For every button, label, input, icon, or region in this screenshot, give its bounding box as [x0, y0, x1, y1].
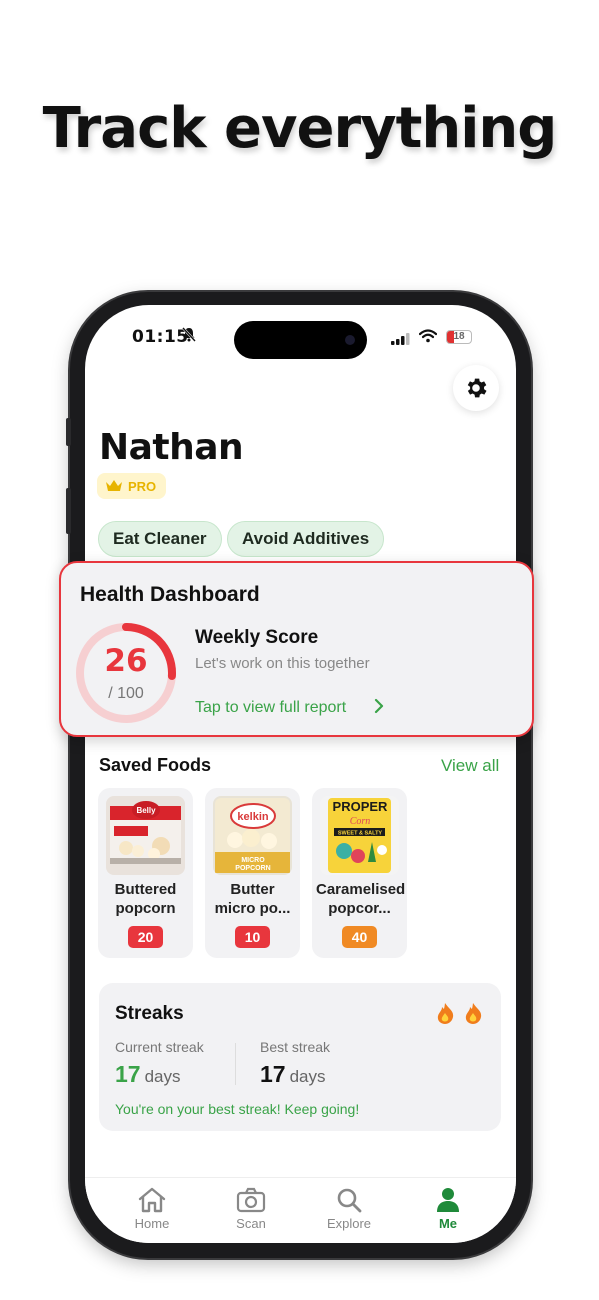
- best-streak-unit: days: [289, 1067, 326, 1086]
- weekly-score-title: Weekly Score: [195, 627, 319, 648]
- current-streak-value: 17 days: [115, 1061, 181, 1088]
- food-score-badge: 20: [128, 926, 163, 948]
- mute-switch: [66, 418, 71, 446]
- current-streak-number: 17: [115, 1061, 141, 1087]
- food-image-proper-corn: PROPER Corn SWEET & SALTY: [320, 796, 399, 875]
- weekly-score-value: 26: [104, 643, 148, 679]
- weekly-score-max: / 100: [108, 685, 144, 702]
- pro-badge-label: PRO: [128, 478, 157, 494]
- tab-label: Home: [134, 1216, 170, 1231]
- goal-chip-eat-cleaner[interactable]: Eat Cleaner: [98, 521, 222, 557]
- battery-icon: 18: [446, 330, 472, 344]
- health-dashboard-card[interactable]: Health Dashboard 26 / 100 Weekly Score L…: [59, 561, 534, 737]
- svg-text:POPCORN: POPCORN: [235, 865, 270, 872]
- search-icon: [337, 1188, 362, 1213]
- goal-chip-avoid-additives[interactable]: Avoid Additives: [227, 521, 385, 557]
- chevron-right-icon: [374, 698, 384, 714]
- camera-icon: [236, 1187, 266, 1213]
- status-time: 01:15: [132, 327, 189, 347]
- svg-text:kelkin: kelkin: [237, 811, 268, 823]
- front-camera: [345, 335, 355, 345]
- person-icon: [437, 1188, 459, 1212]
- tab-label: Me: [438, 1216, 458, 1231]
- saved-food-card[interactable]: kelkin MICRO POPCORN Butter micro po... …: [205, 788, 300, 958]
- food-name: Buttered popcorn: [114, 881, 177, 917]
- streak-message: You're on your best streak! Keep going!: [115, 1101, 360, 1117]
- best-streak-number: 17: [260, 1061, 286, 1087]
- gear-icon: [467, 378, 487, 398]
- streaks-card: Streaks Current streak 17 days Best strea…: [99, 983, 501, 1131]
- food-score-badge: 10: [235, 926, 270, 948]
- health-dashboard-title: Health Dashboard: [80, 583, 260, 606]
- streak-divider: [235, 1043, 236, 1085]
- weekly-score-subtitle: Let's work on this together: [195, 655, 370, 672]
- home-icon: [138, 1187, 166, 1213]
- saved-foods-title: Saved Foods: [99, 755, 212, 775]
- food-name: Caramelised popcor...: [316, 881, 406, 917]
- wifi-icon: [418, 329, 438, 347]
- battery-level: 18: [453, 331, 465, 342]
- profile-name: Nathan: [99, 427, 244, 468]
- signal-icon: [391, 332, 411, 345]
- tab-home[interactable]: Home: [112, 1186, 192, 1231]
- saved-food-card[interactable]: PROPER Corn SWEET & SALTY Caramelised po…: [312, 788, 407, 958]
- tab-label: Explore: [326, 1216, 372, 1231]
- silent-bell-icon: [182, 327, 196, 345]
- view-full-report-link[interactable]: Tap to view full report: [195, 699, 346, 717]
- best-streak-value: 17 days: [260, 1061, 326, 1088]
- phone-screen: 01:15 18 Nathan PRO Eat Cleaner Avoid Ad…: [85, 305, 516, 1243]
- bottom-tab-bar: Home Scan Explore Me: [85, 1177, 516, 1243]
- svg-text:Corn: Corn: [350, 816, 371, 827]
- current-streak-label: Current streak: [115, 1039, 204, 1055]
- svg-text:MICRO: MICRO: [241, 857, 265, 864]
- food-image-buttered-popcorn: Belly: [106, 796, 185, 875]
- food-name: Butter micro po...: [214, 881, 291, 917]
- food-score-badge: 40: [342, 926, 377, 948]
- food-image-butter-micro-popcorn: kelkin MICRO POPCORN: [213, 796, 292, 875]
- crown-icon: [106, 480, 122, 491]
- pro-badge: PRO: [97, 473, 167, 499]
- view-all-link[interactable]: View all: [441, 756, 499, 776]
- svg-text:Belly: Belly: [136, 806, 156, 815]
- best-streak-label: Best streak: [260, 1039, 331, 1055]
- tab-me[interactable]: Me: [408, 1186, 488, 1231]
- streaks-title: Streaks: [115, 1003, 184, 1024]
- saved-food-card[interactable]: Belly Buttered popcorn 20: [98, 788, 193, 958]
- tab-scan[interactable]: Scan: [211, 1186, 291, 1231]
- svg-text:PROPER: PROPER: [333, 799, 389, 814]
- tab-label: Scan: [236, 1216, 266, 1231]
- svg-text:SWEET & SALTY: SWEET & SALTY: [338, 831, 383, 837]
- volume-up-button: [66, 488, 71, 534]
- settings-button[interactable]: [453, 365, 499, 411]
- fire-icon: [435, 1001, 485, 1031]
- headline: Track everything: [42, 96, 558, 161]
- current-streak-unit: days: [144, 1067, 181, 1086]
- tab-explore[interactable]: Explore: [309, 1186, 389, 1231]
